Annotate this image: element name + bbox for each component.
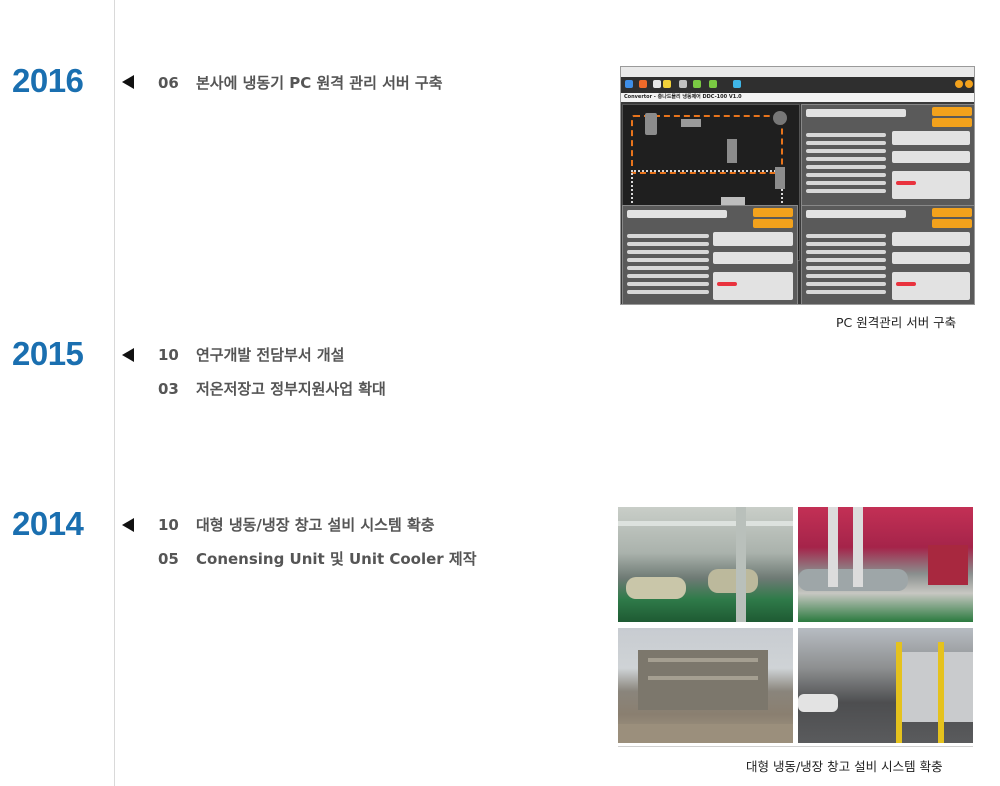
- entry-month: 05: [158, 550, 179, 568]
- year-2014: 2014: [12, 505, 84, 542]
- year-2015: 2015: [12, 335, 84, 372]
- scada-app-title: Convertor - 충나드몰리 냉동제어 DDC-100 V1.0: [624, 94, 742, 100]
- entry-text: Conensing Unit 및 Unit Cooler 제작: [196, 550, 477, 568]
- arrow-left-icon: [122, 348, 134, 362]
- pipe-room-photo: [798, 507, 973, 622]
- entry-text: 연구개발 전담부서 개설: [196, 346, 345, 364]
- entry-month: 03: [158, 380, 179, 398]
- timeline-entry: 10 연구개발 전담부서 개설: [158, 344, 344, 365]
- timeline-line: [114, 0, 115, 786]
- photo-caption: 대형 냉동/냉장 창고 설비 시스템 확충: [746, 759, 943, 774]
- loading-dock-photo: [798, 628, 973, 743]
- warehouse-construction-photo: [618, 628, 793, 743]
- zone-panel-2: [622, 205, 798, 304]
- entry-month: 10: [158, 516, 179, 534]
- arrow-left-icon: [122, 75, 134, 89]
- arrow-left-icon: [122, 518, 134, 532]
- pc-remote-server-screenshot: Convertor - 충나드몰리 냉동제어 DDC-100 V1.0: [620, 66, 975, 305]
- timeline-entry: 05 Conensing Unit 및 Unit Cooler 제작: [158, 548, 477, 569]
- entry-month: 06: [158, 74, 179, 92]
- window-titlebar: [621, 67, 974, 77]
- timeline-entry: 06 본사에 냉동기 PC 원격 관리 서버 구축: [158, 72, 443, 93]
- entry-month: 10: [158, 346, 179, 364]
- photo-caption: PC 원격관리 서버 구축: [836, 315, 957, 330]
- zone-panel-3: [801, 205, 974, 304]
- caption-divider: [618, 746, 973, 747]
- timeline-entry: 10 대형 냉동/냉장 창고 설비 시스템 확충: [158, 514, 435, 535]
- machine-room-photo: [618, 507, 793, 622]
- year-2016: 2016: [12, 62, 84, 99]
- toolbar: [621, 77, 974, 93]
- scada-title-bar: Convertor - 충나드몰리 냉동제어 DDC-100 V1.0: [621, 93, 974, 102]
- entry-text: 저온저장고 정부지원사업 확대: [196, 380, 386, 398]
- entry-text: 대형 냉동/냉장 창고 설비 시스템 확충: [196, 516, 435, 534]
- timeline-entry: 03 저온저장고 정부지원사업 확대: [158, 378, 386, 399]
- zone-panel-1: [801, 104, 974, 206]
- entry-text: 본사에 냉동기 PC 원격 관리 서버 구축: [196, 74, 443, 92]
